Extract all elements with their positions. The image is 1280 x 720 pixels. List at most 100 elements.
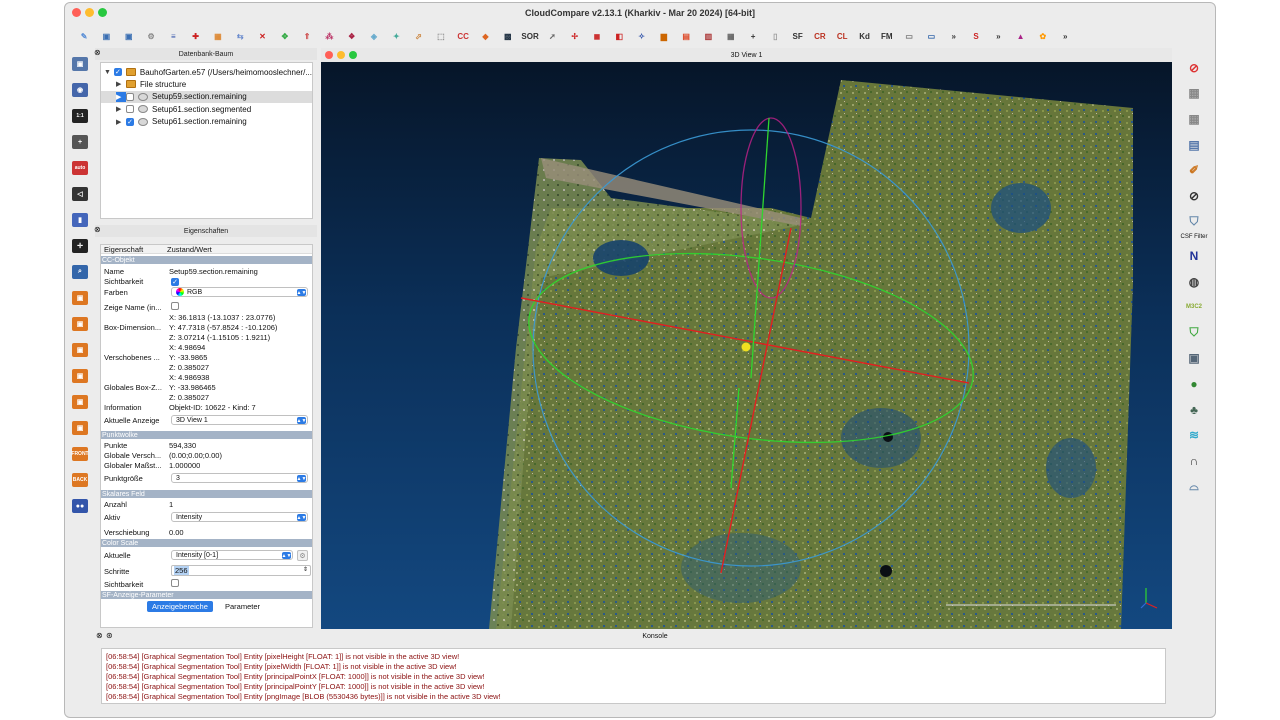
table-button[interactable]: ▦ — [720, 25, 742, 47]
list-button[interactable]: ≡ — [162, 25, 184, 47]
canupo-classify-button[interactable]: CL — [831, 25, 853, 47]
tree-item[interactable]: ▼ ✓ BauhofGarten.e57 (/Users/heimomooslech… — [101, 66, 312, 78]
shield-button[interactable]: ⛉ — [1179, 209, 1209, 235]
db-tree-close-icon[interactable]: ⊗ — [94, 48, 104, 58]
crosshair-button[interactable]: ✛ — [65, 233, 95, 259]
s-curve-button[interactable]: S — [965, 25, 987, 47]
green-shield-button[interactable]: ⛉ — [1179, 320, 1209, 346]
camera-frame-button[interactable]: ▣ — [65, 51, 95, 77]
expand-right-icon[interactable]: ▶ — [116, 91, 126, 102]
view-right-button[interactable]: ▣ — [65, 389, 95, 415]
view-back-button[interactable]: ▣ — [65, 363, 95, 389]
expand-right-icon[interactable]: ▶ — [116, 105, 126, 113]
plugin-button[interactable]: ✿ — [1032, 25, 1054, 47]
headphones-button[interactable]: ∩ — [1179, 448, 1209, 474]
active-sf-select[interactable]: Intensity ▲▼ — [171, 512, 308, 522]
current-display-select[interactable]: 3D View 1 ▲▼ — [171, 415, 308, 425]
bucket-button[interactable]: ◆ — [474, 25, 496, 47]
subsample-button[interactable]: ◈ — [363, 25, 385, 47]
view-close-button[interactable] — [325, 51, 333, 59]
save-all-button[interactable]: ▣ — [118, 25, 140, 47]
more2-button[interactable]: » — [987, 25, 1009, 47]
view-bottom-button[interactable]: ▣ — [65, 415, 95, 441]
tree-item[interactable]: ▶ ✓ Setup61.section.remaining — [101, 116, 312, 128]
view-iso-front-button[interactable]: FRONT — [65, 441, 95, 467]
view-zoom-button[interactable] — [349, 51, 357, 59]
spin-arrows-icon[interactable]: ⇕ — [303, 566, 308, 573]
noise-button[interactable]: ❖ — [341, 25, 363, 47]
settings-gear-button[interactable]: ⚙ — [140, 25, 162, 47]
console-close-icon[interactable]: ⊗ — [96, 631, 103, 640]
stop-button[interactable]: ⊘ — [1179, 55, 1209, 81]
brush-button[interactable]: ✐ — [1179, 157, 1209, 183]
tree-item-checkbox[interactable] — [126, 92, 134, 101]
tree-item-checkbox[interactable]: ✓ — [126, 117, 134, 126]
show-name-checkbox[interactable] — [171, 302, 179, 310]
image-button[interactable]: ▭ — [898, 25, 920, 47]
camera-button[interactable]: ◉ — [65, 77, 95, 103]
cube-button[interactable]: ◼ — [586, 25, 608, 47]
color-scale-select[interactable]: Intensity [0-1] ▲▼ — [171, 550, 293, 560]
expand-right-icon[interactable]: ▶ — [116, 118, 126, 126]
name-value[interactable]: Setup59.section.remaining — [169, 267, 258, 276]
visibility-checkbox[interactable]: ✓ — [171, 277, 179, 286]
view-minimize-button[interactable] — [337, 51, 345, 59]
tree-item-checkbox[interactable]: ✓ — [113, 68, 122, 76]
move-button[interactable]: ✢ — [564, 25, 586, 47]
view-left-button[interactable]: ▣ — [65, 337, 95, 363]
tab-display-ranges[interactable]: Anzeigebereiche — [147, 601, 213, 612]
pivot-point[interactable] — [741, 342, 751, 352]
sf-button[interactable]: SF — [787, 25, 809, 47]
pointer-button[interactable]: ➚ — [541, 25, 563, 47]
merge-button[interactable]: ✚ — [184, 25, 206, 47]
more3-button[interactable]: » — [1054, 25, 1076, 47]
auto-button[interactable]: auto — [65, 155, 95, 181]
pencil-button[interactable]: ✎ — [73, 25, 95, 47]
mountain-button[interactable]: ▲ — [1009, 25, 1031, 47]
plus-button[interactable]: + — [742, 25, 764, 47]
translate-button[interactable]: ✦ — [385, 25, 407, 47]
sample-button[interactable]: ⁂ — [318, 25, 340, 47]
green-ball-button[interactable]: ● — [1179, 371, 1209, 397]
expand-right-icon[interactable]: ▶ — [116, 80, 126, 88]
file-button[interactable]: ▯ — [764, 25, 786, 47]
tree-item[interactable]: ▶ Setup59.section.remaining — [101, 90, 312, 103]
fm-button[interactable]: FM — [876, 25, 898, 47]
color-scale-edit-icon[interactable]: ⚙ — [297, 550, 308, 561]
bars-button[interactable]: ▥ — [697, 25, 719, 47]
console-float-icon[interactable]: ⊛ — [106, 631, 113, 640]
3d-view-canvas[interactable] — [321, 48, 1172, 629]
level-button[interactable]: ⇑ — [296, 25, 318, 47]
zoom-1-1-button[interactable]: 1:1 — [65, 103, 95, 129]
colors-select[interactable]: RGB ▲▼ — [171, 287, 308, 297]
scalar-button[interactable]: ▤ — [675, 25, 697, 47]
tree-item-checkbox[interactable] — [126, 105, 134, 114]
layers-button[interactable]: ≋ — [1179, 422, 1209, 448]
boat-button[interactable]: ⌓ — [1179, 474, 1209, 500]
grid-button[interactable]: ▦ — [1179, 81, 1209, 107]
tree-button[interactable]: ♣ — [1179, 397, 1209, 423]
film-button[interactable]: ▤ — [1179, 132, 1209, 158]
cs-visibility-checkbox[interactable] — [171, 579, 179, 587]
view-front-button[interactable]: ▣ — [65, 311, 95, 337]
expand-down-icon[interactable]: ▼ — [104, 69, 114, 76]
north-button[interactable]: N — [1179, 243, 1209, 269]
properties-close-icon[interactable]: ⊗ — [94, 225, 104, 235]
point-size-select[interactable]: 3 ▲▼ — [171, 473, 308, 483]
cc-button[interactable]: CC — [452, 25, 474, 47]
rotate-button[interactable]: ◁ — [65, 181, 95, 207]
canupo-create-button[interactable]: CR — [809, 25, 831, 47]
star-button[interactable]: ✧ — [630, 25, 652, 47]
segment-button[interactable]: ⬀ — [407, 25, 429, 47]
save-button[interactable]: ▣ — [95, 25, 117, 47]
histogram-button[interactable]: ▆ — [653, 25, 675, 47]
compass-button[interactable]: ⊘ — [1179, 183, 1209, 209]
m3c2-button[interactable]: M3C2 — [1179, 294, 1209, 320]
tab-parameters[interactable]: Parameter — [219, 601, 266, 612]
view-top-button[interactable]: ▣ — [65, 285, 95, 311]
tree-item[interactable]: ▶ Setup61.section.segmented — [101, 103, 312, 115]
sor-button[interactable]: SOR — [519, 25, 541, 47]
camera-orbit-button[interactable]: ◍ — [1179, 269, 1209, 295]
grid2-button[interactable]: ▦ — [1179, 106, 1209, 132]
kd-button[interactable]: Kd — [853, 25, 875, 47]
